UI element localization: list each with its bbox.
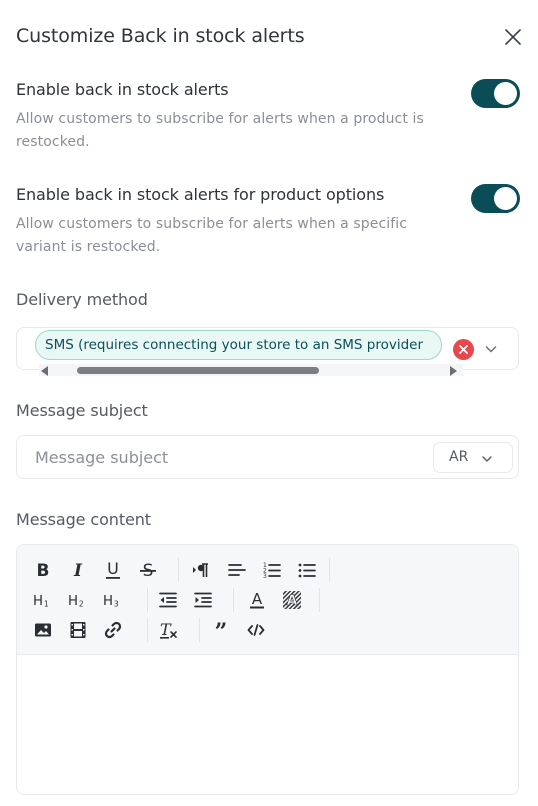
code-icon	[247, 624, 265, 636]
svg-text:H: H	[103, 594, 113, 609]
link-button[interactable]	[101, 619, 125, 641]
toolbar-separator	[147, 618, 148, 642]
toolbar-separator	[319, 588, 320, 612]
clear-formatting-icon: T	[160, 620, 177, 639]
code-button[interactable]	[244, 619, 268, 641]
message-content-label: Message content	[16, 510, 151, 529]
scroll-right-arrow-icon[interactable]	[450, 366, 457, 376]
clear-formatting-button[interactable]: T	[156, 619, 180, 641]
svg-text:”: ”	[215, 620, 228, 640]
chevron-down-icon[interactable]	[483, 341, 499, 357]
clear-selection-button[interactable]	[453, 339, 474, 360]
svg-text:U: U	[107, 560, 119, 578]
delivery-method-label: Delivery method	[16, 290, 148, 309]
svg-text:3: 3	[114, 600, 119, 609]
heading-2-icon: H2	[68, 594, 84, 609]
svg-text:B: B	[37, 561, 50, 580]
delivery-chip-sms[interactable]: SMS (requires connecting your store to a…	[35, 330, 443, 360]
outdent-icon	[159, 592, 177, 608]
toolbar-separator	[329, 558, 330, 582]
modal-title: Customize Back in stock alerts	[16, 25, 305, 47]
background-color-icon: A	[283, 591, 301, 609]
toggle-knob	[494, 82, 517, 105]
toolbar-separator	[199, 618, 200, 642]
svg-text:H: H	[33, 594, 43, 609]
editor-toolbar: B I U S 123 H1 H2 H3 A A T ”	[17, 545, 518, 655]
heading-1-button[interactable]: H1	[31, 589, 55, 611]
option-description-back-in-stock: Allow customers to subscribe for alerts …	[16, 111, 424, 150]
text-color-button[interactable]: A	[245, 589, 269, 611]
background-color-button[interactable]: A	[280, 589, 304, 611]
clear-icon	[459, 345, 468, 354]
heading-3-icon: H3	[103, 594, 119, 609]
blockquote-icon: ”	[215, 620, 228, 640]
heading-2-button[interactable]: H2	[66, 589, 90, 611]
option-description-product-options: Allow customers to subscribe for alerts …	[16, 216, 408, 255]
image-button[interactable]	[31, 619, 55, 641]
italic-icon: I	[73, 561, 83, 580]
rich-text-editor: B I U S 123 H1 H2 H3 A A T ”	[16, 544, 519, 795]
scrollbar-thumb[interactable]	[77, 367, 319, 374]
svg-text:1: 1	[44, 600, 49, 609]
heading-1-icon: H1	[33, 594, 49, 609]
bullet-list-icon	[298, 563, 316, 578]
chips-horizontal-scrollbar[interactable]	[39, 364, 463, 376]
align-button[interactable]	[225, 559, 249, 581]
svg-text:A: A	[287, 593, 298, 609]
paragraph-direction-button[interactable]	[189, 559, 213, 581]
toolbar-separator	[233, 588, 234, 612]
language-select[interactable]: AR	[433, 442, 513, 473]
ordered-list-icon: 123	[263, 562, 281, 580]
link-icon	[104, 621, 122, 639]
option-title-product-options: Enable back in stock alerts for product …	[16, 185, 385, 204]
align-left-icon	[228, 564, 246, 576]
indent-button[interactable]	[191, 589, 215, 611]
toggle-product-options[interactable]	[471, 184, 520, 213]
svg-text:2: 2	[79, 600, 84, 609]
heading-3-button[interactable]: H3	[101, 589, 125, 611]
close-button[interactable]	[500, 24, 526, 50]
bullet-list-button[interactable]	[295, 559, 319, 581]
video-button[interactable]	[66, 619, 90, 641]
video-icon	[70, 622, 86, 638]
strikethrough-icon: S	[140, 561, 156, 580]
toggle-knob	[494, 187, 517, 210]
svg-text:H: H	[68, 594, 78, 609]
toggle-back-in-stock[interactable]	[471, 79, 520, 108]
strikethrough-button[interactable]: S	[136, 559, 160, 581]
chevron-down-icon	[482, 456, 492, 462]
svg-text:T: T	[160, 620, 172, 639]
svg-text:3: 3	[263, 573, 267, 580]
toolbar-separator	[178, 558, 179, 582]
toolbar-separator	[147, 588, 148, 612]
svg-text:A: A	[252, 590, 263, 608]
text-color-icon: A	[250, 590, 264, 609]
underline-icon: U	[106, 560, 120, 579]
svg-text:I: I	[73, 561, 83, 580]
ordered-list-button[interactable]: 123	[260, 559, 284, 581]
message-subject-field: AR	[16, 435, 519, 479]
editor-content-area[interactable]	[17, 655, 518, 794]
bold-icon: B	[37, 561, 50, 580]
scroll-left-arrow-icon[interactable]	[41, 366, 48, 376]
bold-button[interactable]: B	[31, 559, 55, 581]
language-value: AR	[449, 449, 469, 465]
message-subject-label: Message subject	[16, 401, 148, 420]
indent-icon	[194, 592, 212, 608]
paragraph-direction-icon	[193, 563, 208, 577]
option-title-back-in-stock: Enable back in stock alerts	[16, 80, 229, 99]
delivery-method-select[interactable]: SMS (requires connecting your store to a…	[16, 327, 519, 376]
italic-button[interactable]: I	[66, 559, 90, 581]
close-icon	[505, 29, 521, 45]
blockquote-button[interactable]: ”	[209, 619, 233, 641]
outdent-button[interactable]	[156, 589, 180, 611]
underline-button[interactable]: U	[101, 559, 125, 581]
image-icon	[35, 623, 51, 637]
message-subject-input[interactable]	[18, 437, 428, 477]
